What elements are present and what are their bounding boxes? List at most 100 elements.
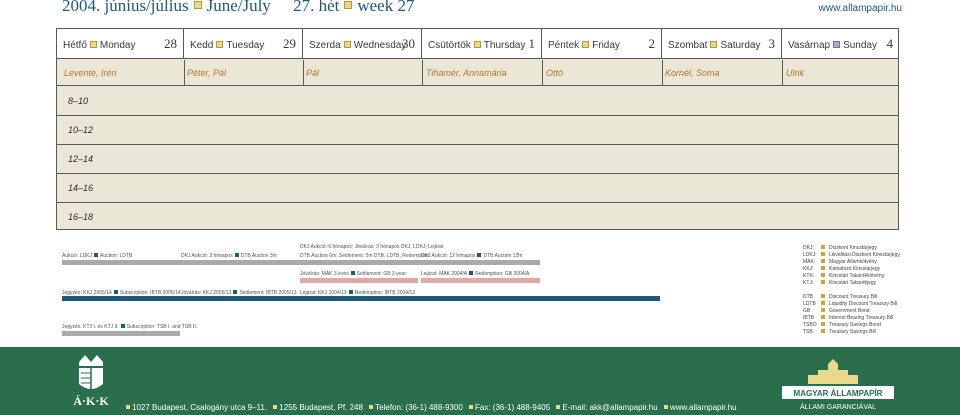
savings-bar [62, 331, 180, 336]
svg-text:ÁLLAMI GARANCIÁVAL: ÁLLAMI GARANCIÁVAL [800, 402, 876, 411]
square-bullet-icon [344, 1, 353, 9]
legend-item: TSBO Treasury Savings Bond [803, 322, 881, 328]
day-friday[interactable]: Péntek Friday 2 [542, 29, 662, 59]
legend-item: DTB Discount Treasury Bill [803, 294, 878, 300]
divider [782, 60, 783, 86]
day-sunday[interactable]: Vasárnap Sunday 4 [782, 29, 899, 59]
coat-of-arms-icon: Á·K·K [73, 355, 109, 408]
title-week-hu: 27. hét [293, 0, 340, 15]
email-link[interactable]: E-mail: akk@allampapir.hu [562, 403, 657, 412]
name-day-saturday: Kornél, Soma [665, 68, 720, 78]
square-bullet-icon [469, 271, 474, 275]
auction-thursday: DKJ Aukció: 12 hónapos DTB Auction 12m [421, 253, 523, 259]
footer-contact: 1027 Budapest, Csalogány utca 9–11. 1255… [122, 403, 737, 412]
square-bullet-icon [473, 41, 481, 48]
time-slot-row: 14–16 [57, 174, 898, 203]
square-bullet-icon [710, 41, 718, 48]
legend-item: DKJ: Diszkont Kincstárjegy [803, 245, 877, 251]
auction-wednesday: DKJ Aukció: 6 hónapos; Jóváírás: 3 hónap… [300, 244, 444, 250]
square-bullet-icon [833, 41, 841, 48]
week-calendar-grid: Hétfő Monday 28 Kedd Tuesday 29 Szerda Wednes… [56, 28, 899, 230]
day-monday[interactable]: Hétfő Monday 28 [57, 29, 184, 59]
legend-item: LDTB Liquidity Discount Treasury Bill [803, 301, 898, 307]
square-bullet-icon [126, 405, 130, 409]
name-day-monday: Levente, Irén [64, 68, 117, 78]
divider [303, 60, 304, 86]
square-bullet-icon [477, 253, 482, 257]
time-slot-row: 10–12 [57, 116, 898, 145]
day-number: 2 [648, 36, 656, 51]
day-saturday[interactable]: Szombat Saturday 3 [662, 29, 782, 59]
akk-logo: Á·K·K [56, 352, 126, 410]
website-link[interactable]: www.allampapir.hu [819, 3, 902, 14]
legend-item: KTJ: Kincstári Takarékjegy [803, 280, 877, 286]
time-slot-row: 8–10 [57, 87, 898, 116]
square-bullet-icon [821, 322, 825, 326]
day-number: 29 [283, 36, 296, 51]
magyar-allampapir-logo: MAGYAR ÁLLAMPAPÍR ÁLLAMI GARANCIÁVAL [778, 357, 898, 412]
square-bullet-icon [821, 294, 825, 298]
square-bullet-icon [821, 273, 825, 277]
legend-item: LDKJ: Likviditási Diszkont Kincstárjegy [803, 252, 900, 258]
time-slot-label: 12–14 [68, 154, 94, 164]
square-bullet-icon [348, 290, 353, 294]
day-wednesday[interactable]: Szerda Wednesday 30 [303, 29, 422, 59]
square-bullet-icon [343, 41, 351, 48]
divider [662, 60, 663, 86]
square-bullet-icon [556, 405, 561, 409]
name-day-friday: Ottó [546, 68, 564, 78]
day-number: 4 [886, 36, 894, 51]
square-bullet-icon [821, 245, 825, 249]
square-bullet-icon [113, 290, 118, 294]
address-2: 1255 Budapest, Pf. 248 [279, 403, 363, 412]
auction-bar [62, 260, 540, 265]
day-number: 1 [528, 36, 536, 51]
divider [422, 60, 423, 86]
page-title: 2004. június/július June/July 27. hét week… [62, 0, 414, 16]
title-date: 2004. június/július [62, 0, 189, 15]
name-day-sunday: Ulrik [786, 68, 804, 78]
square-bullet-icon [821, 301, 825, 305]
square-bullet-icon [469, 405, 474, 409]
square-bullet-icon [821, 259, 825, 263]
square-bullet-icon [821, 266, 825, 270]
fax: Fax: (36-1) 488-9405 [475, 403, 551, 412]
settlement-bar [300, 278, 418, 283]
time-slot-label: 8–10 [68, 96, 89, 106]
time-slot-row: 16–18 [57, 203, 898, 230]
square-bullet-icon [821, 329, 825, 333]
square-bullet-icon [216, 41, 224, 48]
parliament-icon: MAGYAR ÁLLAMPAPÍR ÁLLAMI GARANCIÁVAL [782, 359, 894, 411]
redemption-thursday: Lejárat: MÁK 2004/A Redemption: GB 2004/A [421, 271, 530, 277]
square-bullet-icon [821, 308, 825, 312]
auction-monday: Aukció: LDKJ Auction: LDTB [62, 253, 133, 259]
time-slot-label: 10–12 [68, 125, 94, 135]
square-bullet-icon [89, 41, 97, 48]
legend-item: TSB Treasury Savings Bill [803, 329, 876, 335]
title-week-en: week 27 [357, 0, 415, 15]
day-tuesday[interactable]: Kedd Tuesday 29 [184, 29, 303, 59]
square-bullet-icon [193, 1, 202, 9]
divider [542, 60, 543, 86]
divider [184, 60, 185, 86]
name-day-tuesday: Péter, Pál [187, 68, 227, 78]
svg-text:MAGYAR ÁLLAMPAPÍR: MAGYAR ÁLLAMPAPÍR [794, 389, 883, 398]
time-slot-label: 14–16 [68, 183, 94, 193]
auction-wednesday-en: DTB Auction 6m; Settlement: 3m DTB, LDTB… [300, 253, 430, 259]
svg-text:Á·K·K: Á·K·K [73, 394, 109, 408]
day-number: 3 [768, 36, 776, 51]
square-bullet-icon [233, 290, 238, 294]
time-slot-row: 12–14 [57, 145, 898, 174]
square-bullet-icon [821, 315, 825, 319]
day-number: 30 [402, 36, 415, 51]
square-bullet-icon [94, 253, 99, 257]
square-bullet-icon [369, 405, 374, 409]
legend-item: KKJ: Kamatozó Kincstárjegy [803, 266, 881, 272]
square-bullet-icon [234, 253, 239, 257]
website-link[interactable]: www.allampapir.hu [670, 403, 737, 412]
day-thursday[interactable]: Csütörtök Thursday 1 [422, 29, 542, 59]
legend-item: IBTB Interest Bearing Treasury Bill [803, 315, 894, 321]
legend-item: KTK: Kincstári Takarékkötvény [803, 273, 885, 279]
square-bullet-icon [821, 252, 825, 256]
name-day-thursday: Tihamér, Annamária [426, 68, 507, 78]
